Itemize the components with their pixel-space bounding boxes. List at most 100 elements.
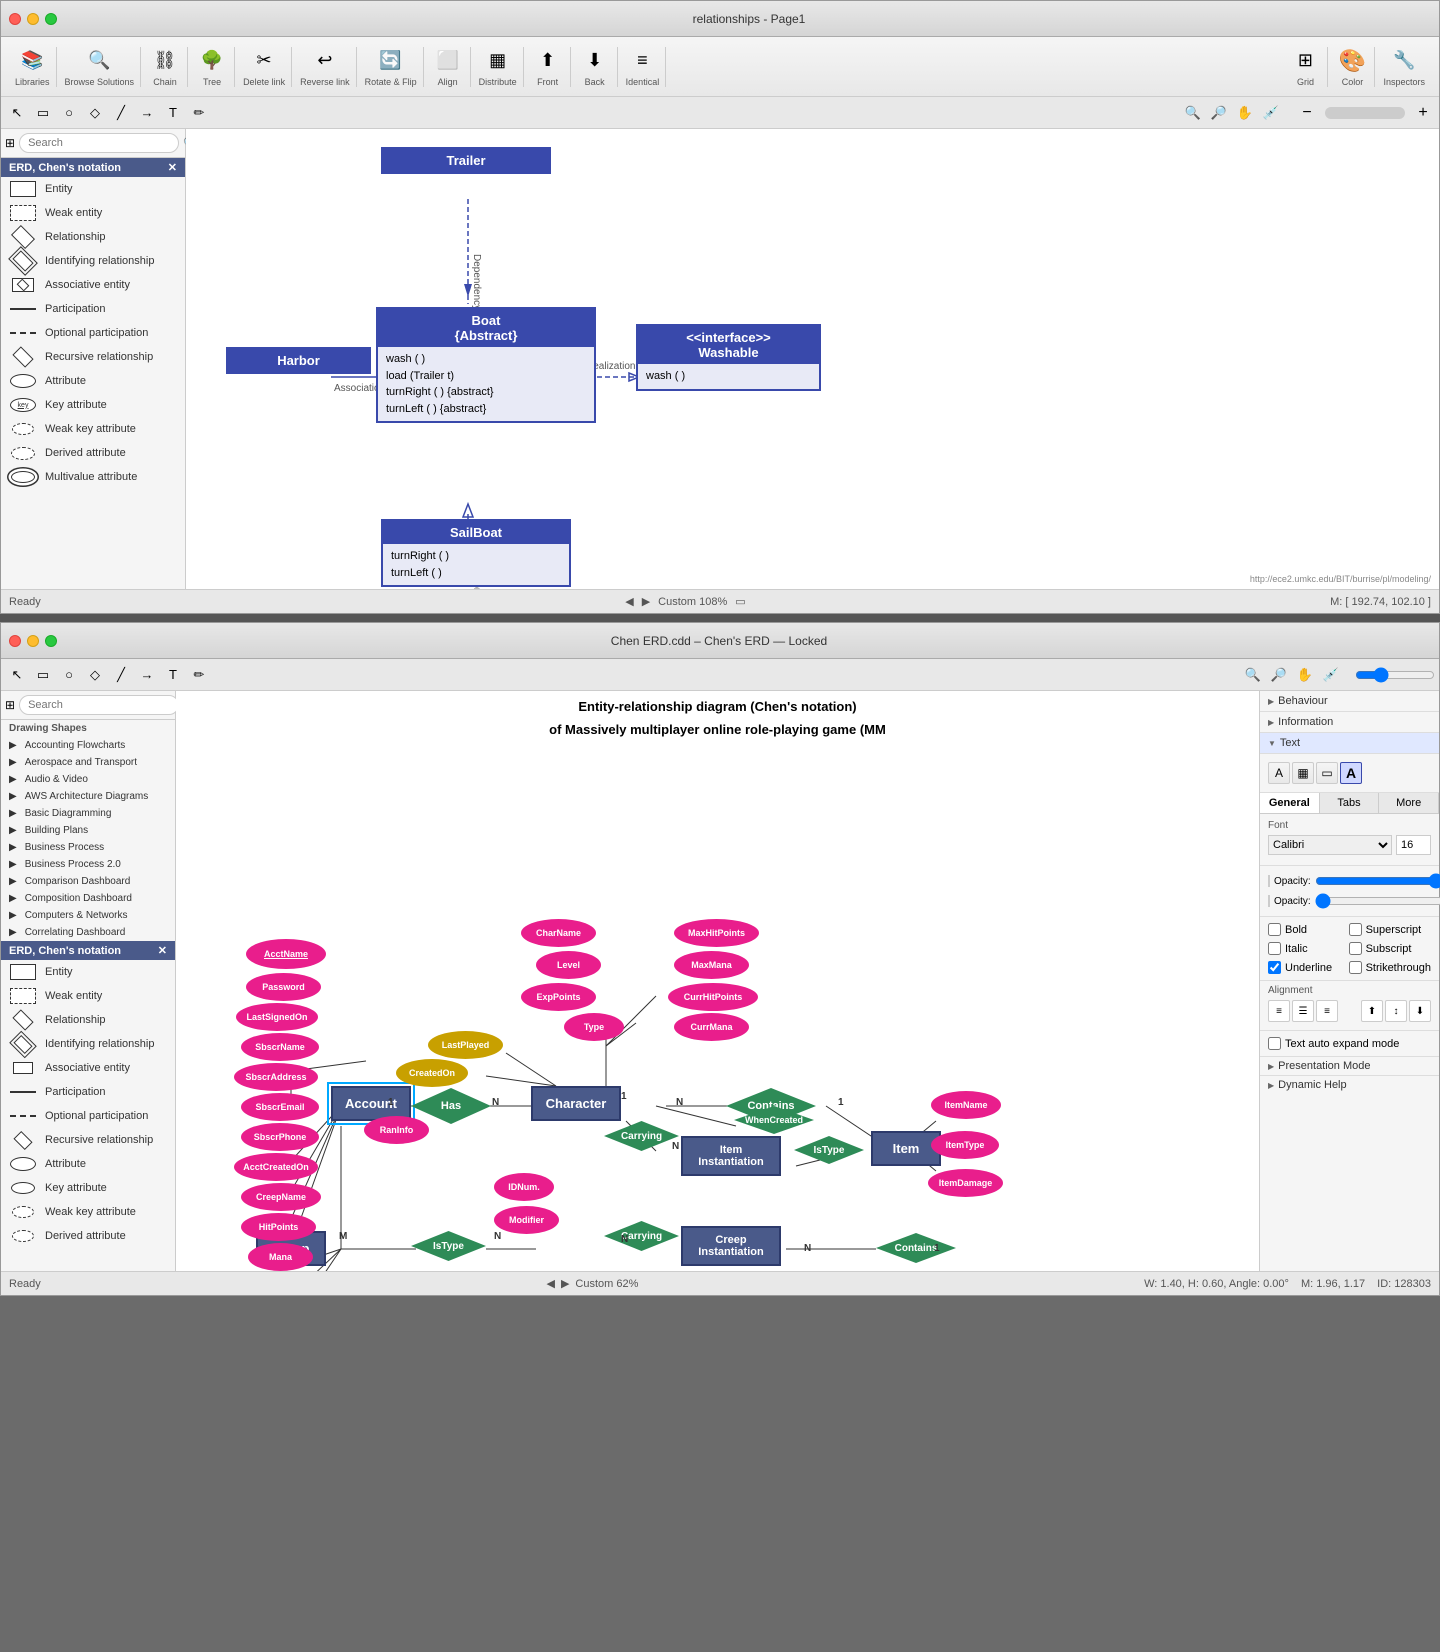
front-icon[interactable]: ⬆	[532, 47, 564, 75]
scroll-right-icon[interactable]: ▶	[642, 595, 650, 608]
b-select-tool[interactable]: ↖	[5, 663, 29, 687]
b-recursive-rel[interactable]: Recursive relationship	[1, 1128, 175, 1152]
createdon-attribute[interactable]: CreatedOn	[396, 1059, 468, 1087]
zoom-minus-icon[interactable]: −	[1295, 101, 1319, 125]
creep-instantiation-entity[interactable]: CreepInstantiation	[681, 1226, 781, 1266]
sidebar-item-associative-entity[interactable]: Associative entity	[1, 273, 185, 297]
back-icon[interactable]: ⬇	[579, 47, 611, 75]
align-icon[interactable]: ⬜	[432, 47, 464, 75]
opacity-slider-2[interactable]	[1315, 895, 1440, 907]
b-key-attribute[interactable]: Key attribute	[1, 1176, 175, 1200]
bottom-zoom-slider[interactable]	[1355, 667, 1435, 683]
zoom-plus-icon[interactable]: +	[1411, 101, 1435, 125]
italic-checkbox[interactable]	[1268, 942, 1281, 955]
text-tool[interactable]: T	[161, 101, 185, 125]
b-entity[interactable]: Entity	[1, 960, 175, 984]
b-search-input[interactable]	[19, 695, 179, 715]
browse-icon[interactable]: 🔍	[83, 47, 115, 75]
b-text-tool[interactable]: T	[161, 663, 185, 687]
b-scroll-left-icon[interactable]: ◀	[546, 1277, 554, 1290]
font-size-input[interactable]	[1396, 835, 1431, 855]
password-attribute[interactable]: Password	[246, 973, 321, 1001]
b-zoom-in[interactable]: 🔍	[1241, 663, 1265, 687]
close-button[interactable]	[9, 13, 21, 25]
b-category-close-icon[interactable]: ✕	[158, 944, 167, 957]
reverse-link-icon[interactable]: ↩	[309, 47, 341, 75]
chain-icon[interactable]: ⛓	[149, 47, 181, 75]
b-line-tool[interactable]: ╱	[109, 663, 133, 687]
rect-tool[interactable]: ▭	[31, 101, 55, 125]
align-right-btn[interactable]: ≡	[1316, 1000, 1338, 1022]
currmana-attribute[interactable]: CurrMana	[674, 1013, 749, 1041]
maxmana-attribute[interactable]: MaxMana	[674, 951, 749, 979]
text-format-btn[interactable]: A	[1340, 762, 1362, 784]
b-derived-attribute[interactable]: Derived attribute	[1, 1224, 175, 1248]
dynamic-help-header[interactable]: ▶ Dynamic Help	[1268, 1079, 1431, 1091]
lastplayed-attribute[interactable]: LastPlayed	[428, 1031, 503, 1059]
minimize-button[interactable]	[27, 13, 39, 25]
sidebar-grid-icon[interactable]: ⊞	[5, 133, 15, 153]
subscript-checkbox[interactable]	[1349, 942, 1362, 955]
modifier-attribute[interactable]: Modifier	[494, 1206, 559, 1234]
line-tool[interactable]: ╱	[109, 101, 133, 125]
istype2-relationship[interactable]: IsType	[411, 1231, 486, 1261]
maxhitpoints-attribute[interactable]: MaxHitPoints	[674, 919, 759, 947]
item-instantiation-entity[interactable]: ItemInstantiation	[681, 1136, 781, 1176]
b-aws[interactable]: ▶AWS Architecture Diagrams	[1, 788, 175, 805]
sidebar-item-optional-participation[interactable]: Optional participation	[1, 321, 185, 345]
align-middle-btn[interactable]: ↕	[1385, 1000, 1407, 1022]
rotate-icon[interactable]: 🔄	[375, 47, 407, 75]
opacity-slider-1[interactable]	[1315, 875, 1440, 887]
libraries-icon[interactable]: 📚	[16, 47, 48, 75]
b-weak-entity[interactable]: Weak entity	[1, 984, 175, 1008]
sailboat-class[interactable]: SailBoat turnRight ( ) turnLeft ( )	[381, 519, 571, 587]
raninfo-attribute[interactable]: RanInfo	[364, 1116, 429, 1144]
b-relationship[interactable]: Relationship	[1, 1008, 175, 1032]
bottom-minimize-button[interactable]	[27, 635, 39, 647]
sbscraddress-attribute[interactable]: SbscrAddress	[234, 1063, 318, 1091]
sidebar-item-derived-attribute[interactable]: Derived attribute	[1, 441, 185, 465]
underline-checkbox[interactable]	[1268, 961, 1281, 974]
tab-general[interactable]: General	[1260, 793, 1320, 813]
b-circle-tool[interactable]: ○	[57, 663, 81, 687]
carrying1-relationship[interactable]: Carrying	[604, 1121, 679, 1151]
b-diamond-tool[interactable]: ◇	[83, 663, 107, 687]
character-entity[interactable]: Character	[531, 1086, 621, 1121]
b-eyedropper[interactable]: 💉	[1319, 663, 1343, 687]
item-entity[interactable]: Item	[871, 1131, 941, 1166]
b-arrow-tool[interactable]: →	[135, 663, 159, 687]
hand-tool[interactable]: ✋	[1233, 101, 1257, 125]
color-icon[interactable]: 🎨	[1336, 47, 1368, 75]
sidebar-item-relationship[interactable]: Relationship	[1, 225, 185, 249]
tab-tabs[interactable]: Tabs	[1320, 793, 1380, 813]
fill-color-btn[interactable]: ▦	[1292, 762, 1314, 784]
b-aerospace[interactable]: ▶Aerospace and Transport	[1, 754, 175, 771]
behaviour-header[interactable]: ▶ Behaviour	[1268, 695, 1431, 707]
pen-tool[interactable]: ✏	[187, 101, 211, 125]
b-building-plans[interactable]: ▶Building Plans	[1, 822, 175, 839]
type-attribute[interactable]: Type	[564, 1013, 624, 1041]
superscript-checkbox[interactable]	[1349, 923, 1362, 936]
text-header[interactable]: ▼ Text	[1268, 737, 1431, 749]
b-composition[interactable]: ▶Composition Dashboard	[1, 890, 175, 907]
sidebar-item-attribute[interactable]: Attribute	[1, 369, 185, 393]
inspectors-icon[interactable]: 🔧	[1388, 47, 1420, 75]
sidebar-item-entity[interactable]: Entity	[1, 177, 185, 201]
creepname-attribute[interactable]: CreepName	[241, 1183, 321, 1211]
sidebar-item-recursive-relationship[interactable]: Recursive relationship	[1, 345, 185, 369]
b-accounting-flowcharts[interactable]: ▶Accounting Flowcharts	[1, 737, 175, 754]
b-erd-category-header[interactable]: ERD, Chen's notation ✕	[1, 941, 175, 960]
itemdamage-attribute[interactable]: ItemDamage	[928, 1169, 1003, 1197]
align-bottom-btn[interactable]: ⬇	[1409, 1000, 1431, 1022]
b-attribute[interactable]: Attribute	[1, 1152, 175, 1176]
tree-icon[interactable]: 🌳	[196, 47, 228, 75]
b-identifying-rel[interactable]: Identifying relationship	[1, 1032, 175, 1056]
sbscrname-attribute[interactable]: SbscrName	[241, 1033, 319, 1061]
eyedropper-tool[interactable]: 💉	[1259, 101, 1283, 125]
sbscremail-attribute[interactable]: SbscrEmail	[241, 1093, 319, 1121]
b-participation[interactable]: Participation	[1, 1080, 175, 1104]
align-left-btn[interactable]: ≡	[1268, 1000, 1290, 1022]
strikethrough-checkbox[interactable]	[1349, 961, 1362, 974]
scroll-left-icon[interactable]: ◀	[625, 595, 633, 608]
b-pen-tool[interactable]: ✏	[187, 663, 211, 687]
